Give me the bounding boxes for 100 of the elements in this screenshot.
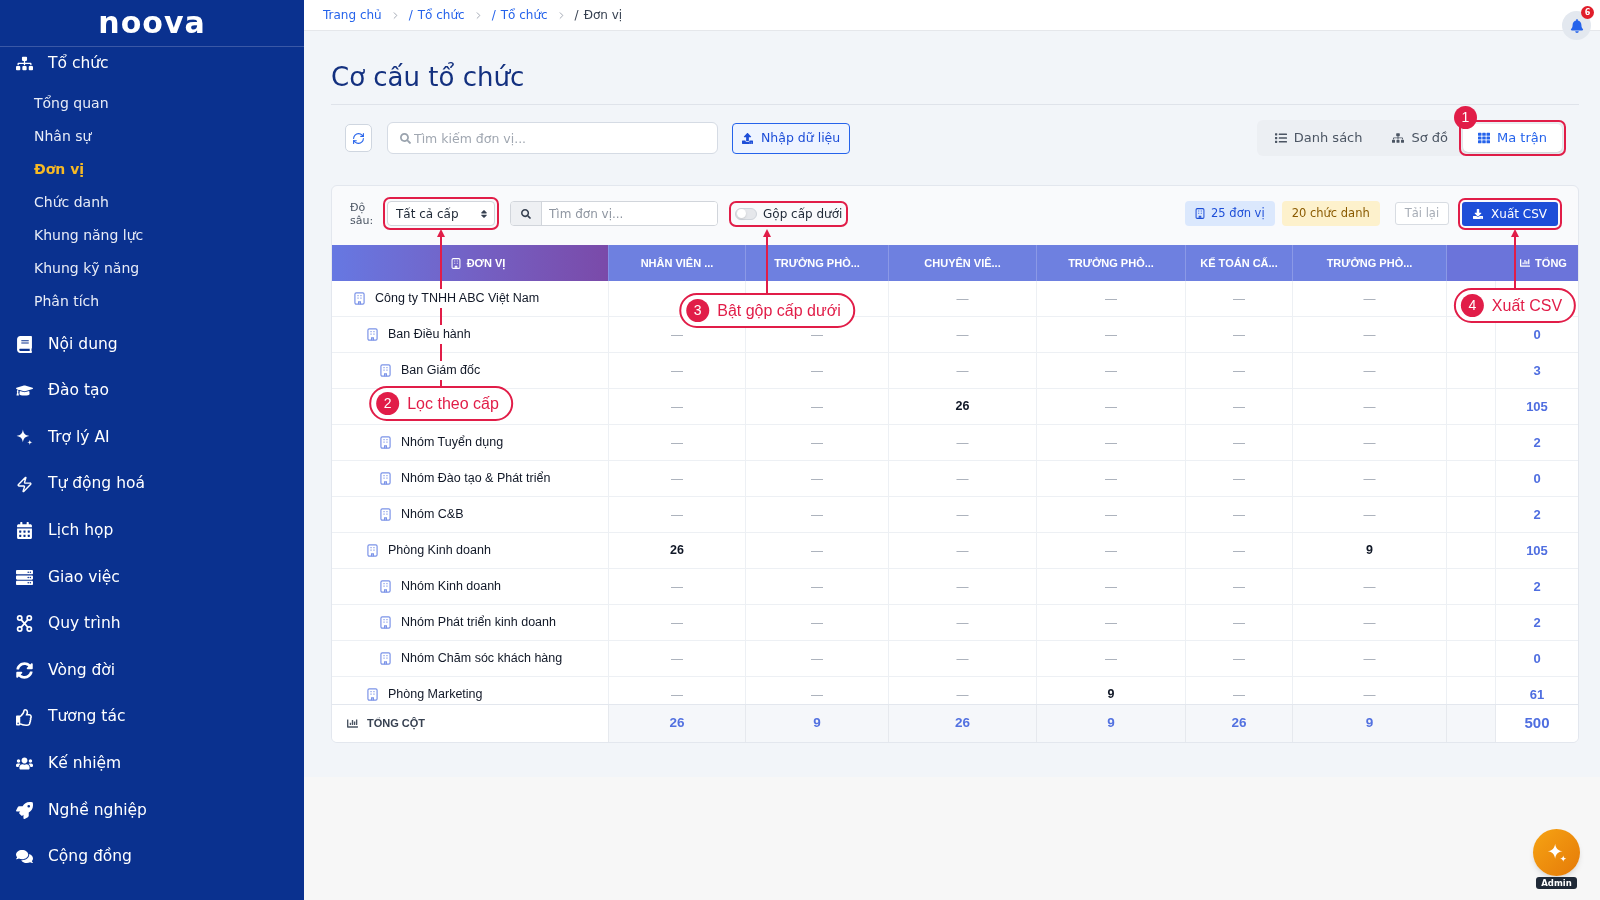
node-graph-icon <box>16 615 33 633</box>
building-icon <box>367 328 378 341</box>
nav-item[interactable]: Tự động hoá <box>0 460 304 508</box>
nav-item[interactable]: Tương tác <box>0 693 304 741</box>
table-cell: — <box>889 677 1037 704</box>
refresh-button[interactable] <box>345 124 372 152</box>
table-cell: — <box>1186 497 1293 533</box>
depth-select[interactable]: Tất cả cấp <box>387 201 495 226</box>
building-icon <box>367 688 378 701</box>
export-button[interactable]: Xuất CSV <box>1462 201 1558 226</box>
table-cell: — <box>609 389 746 425</box>
building-icon <box>354 292 365 305</box>
table-cell: — <box>746 425 889 461</box>
table-cell: — <box>1293 605 1447 641</box>
total-cell: 9 <box>1293 705 1447 742</box>
nav-item[interactable]: Lịch họp <box>0 507 304 554</box>
depth-label: Độ sâu: <box>350 200 375 227</box>
table-cell: — <box>1037 389 1186 425</box>
total-cell: 500 <box>1496 705 1578 742</box>
callout-label: Lọc theo cấp <box>407 393 499 414</box>
calendar-icon <box>16 522 33 540</box>
import-button[interactable]: Nhập dữ liệu <box>732 122 851 154</box>
table-cell: — <box>1186 641 1293 677</box>
table-cell: — <box>1037 281 1186 317</box>
nav-subitem[interactable]: Khung năng lực <box>0 219 304 252</box>
column-header: NHÂN VIÊN ... <box>609 245 746 281</box>
nav-item[interactable]: Quy trình <box>0 600 304 648</box>
nav-item[interactable]: Nghề nghiệp <box>0 786 304 834</box>
table-cell: 26 <box>889 389 1037 425</box>
table-cell: — <box>1293 317 1447 353</box>
table-cell: — <box>889 353 1037 389</box>
table-cell: — <box>1037 317 1186 353</box>
breadcrumb-link[interactable]: Trang chủ <box>323 6 382 24</box>
nav-subitem[interactable]: Phân tích <box>0 285 304 318</box>
table-cell: 2 <box>1496 605 1578 641</box>
breadcrumb-current: Đơn vị <box>583 7 623 24</box>
search-icon <box>511 202 542 225</box>
table-cell: 0 <box>1496 641 1578 677</box>
nav-item[interactable]: Kế nhiệm <box>0 740 304 787</box>
search-field[interactable]: Tìm kiếm đơn vị... <box>387 122 718 154</box>
column-header: TRƯỞNG PHÒ... <box>1037 245 1186 281</box>
total-cell: 26 <box>889 705 1037 742</box>
breadcrumb-link[interactable]: Tổ chức <box>417 6 465 24</box>
table-cell: — <box>889 317 1037 353</box>
table-cell: — <box>1037 605 1186 641</box>
nav-subitem[interactable]: Khung kỹ năng <box>0 252 304 285</box>
table-cell: — <box>1186 461 1293 497</box>
unit-name: Công ty TNHH ABC Việt Nam <box>375 289 540 308</box>
nav-item[interactable]: Cộng đồng <box>0 833 304 881</box>
nav-item[interactable]: Nội dung <box>0 321 304 368</box>
breadcrumb-link[interactable]: Tổ chức <box>500 6 548 24</box>
building-icon <box>380 616 391 629</box>
nav-item[interactable]: Trợ lý AI <box>0 414 304 461</box>
nav-subitem[interactable]: Nhân sự <box>0 120 304 153</box>
column-header: KẾ TOÁN CẤ... <box>1186 245 1293 281</box>
toggle-switch[interactable] <box>735 207 757 220</box>
column-header: TRƯỞNG PHÒ... <box>746 245 889 281</box>
table-cell: — <box>609 569 746 605</box>
table-cell: — <box>746 677 889 704</box>
table-cell: — <box>889 497 1037 533</box>
building-icon <box>380 436 391 449</box>
table-cell: — <box>1037 353 1186 389</box>
table-cell: — <box>609 641 746 677</box>
header-label: ĐƠN VỊ <box>466 255 506 272</box>
assistant-button[interactable] <box>1533 829 1580 876</box>
nav-item[interactable]: Vòng đời <box>0 647 304 694</box>
total-cell: 9 <box>1037 705 1186 742</box>
refresh-icon <box>352 131 365 145</box>
lightning-bolt-icon <box>16 475 33 493</box>
sitemap-icon <box>16 55 33 72</box>
table-cell: — <box>1293 389 1447 425</box>
table-cell: — <box>1037 497 1186 533</box>
table-cell: — <box>1037 425 1186 461</box>
logo: noova <box>98 8 206 38</box>
search-icon <box>400 132 411 144</box>
table-cell: — <box>1186 533 1293 569</box>
table-cell: — <box>1186 281 1293 317</box>
table-cell: — <box>609 461 746 497</box>
table-cell: — <box>1293 497 1447 533</box>
table-cell: — <box>609 353 746 389</box>
sparkle-icon <box>16 429 33 446</box>
nav-subitem[interactable]: Tổng quan <box>0 87 304 120</box>
list-icon <box>1274 132 1287 144</box>
building-icon <box>380 364 391 377</box>
table-cell: — <box>609 677 746 704</box>
building-icon <box>450 257 461 269</box>
table-cell: — <box>1037 461 1186 497</box>
nav-item[interactable]: Tổ chức <box>0 47 304 80</box>
nav-item[interactable]: Đào tạo <box>0 367 304 415</box>
unit-search-field[interactable]: Tìm đơn vị... <box>510 201 718 226</box>
view-tab[interactable]: Ma trận <box>1463 124 1562 152</box>
step-number: 4 <box>1460 294 1484 317</box>
nav-subitem[interactable]: Đơn vị <box>0 153 304 186</box>
table-cell: — <box>1186 317 1293 353</box>
nav-subitem[interactable]: Chức danh <box>0 186 304 219</box>
building-icon <box>367 544 378 557</box>
nav-item[interactable]: Giao việc <box>0 553 304 601</box>
table-cell: — <box>1186 353 1293 389</box>
view-tab[interactable]: Danh sách <box>1259 124 1378 152</box>
table-cell: — <box>1293 461 1447 497</box>
